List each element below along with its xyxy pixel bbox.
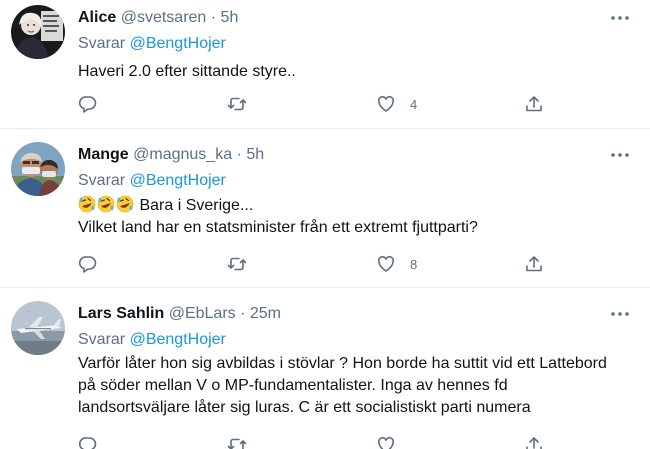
reply-button[interactable] <box>78 434 98 449</box>
rofl-emoji-icon <box>97 195 115 213</box>
rofl-emoji-icon <box>78 195 96 213</box>
tweet-mange[interactable]: Mange @magnus_ka · 5h Svarar @BengtHojer <box>0 129 650 288</box>
author-handle[interactable]: @magnus_ka <box>133 146 232 163</box>
like-icon <box>377 95 395 112</box>
separator-dot: · <box>236 146 242 163</box>
retweet-button[interactable] <box>227 434 247 449</box>
tweet-text: Bara i Sverige... Vilket land har en sta… <box>78 195 638 239</box>
rofl-emoji-icon <box>116 195 134 213</box>
tweet-actions <box>78 434 548 449</box>
replying-to: Svarar @BengtHojer <box>78 171 226 191</box>
share-button[interactable] <box>524 93 544 115</box>
reply-icon <box>78 256 97 273</box>
tweet-text-line: Varför låter hon sig avbildas i stövlar … <box>78 355 607 372</box>
retweet-icon <box>227 97 247 111</box>
author-handle[interactable]: @svetsaren <box>121 9 207 26</box>
like-count: 4 <box>410 96 418 112</box>
tweet-text-line: Vilket land har en statsminister från et… <box>78 219 478 236</box>
like-button[interactable]: 4 <box>376 93 417 115</box>
replying-prefix: Svarar <box>78 331 126 348</box>
tweet-time[interactable]: 25m <box>250 305 281 322</box>
more-icon <box>611 16 629 20</box>
avatar-lars-sahlin[interactable] <box>11 301 65 355</box>
replying-to: Svarar @BengtHojer <box>78 34 226 54</box>
tweet-header: Mange @magnus_ka · 5h <box>78 145 264 165</box>
tweet-text: Haveri 2.0 efter sittande styre.. <box>78 61 638 83</box>
tweet-time[interactable]: 5h <box>221 9 239 26</box>
author-name[interactable]: Alice <box>78 9 116 26</box>
replying-prefix: Svarar <box>78 172 126 189</box>
tweet-text-line: landsortsväljare låter sig luras. C är e… <box>78 399 531 416</box>
share-icon <box>526 437 542 449</box>
avatar-lars-sahlin-image <box>11 301 65 355</box>
reply-button[interactable] <box>78 253 98 275</box>
reply-icon <box>78 437 97 449</box>
tweet-lars-sahlin[interactable]: Lars Sahlin @EbLars · 25m Svarar @BengtH… <box>0 288 650 449</box>
share-icon <box>526 256 542 272</box>
avatar-mange-image <box>11 142 65 196</box>
tweet-text-line: Bara i Sverige... <box>139 197 254 214</box>
more-icon <box>611 312 629 316</box>
like-icon <box>377 436 395 449</box>
retweet-button[interactable] <box>227 253 247 275</box>
retweet-button[interactable] <box>227 93 247 115</box>
tweet-actions: 4 <box>78 93 548 115</box>
reply-feed: Alice @svetsaren · 5h Svarar @BengtHojer… <box>0 0 650 449</box>
like-icon <box>377 255 395 272</box>
replying-prefix: Svarar <box>78 35 126 52</box>
mention-link[interactable]: @BengtHojer <box>130 172 226 189</box>
tweet-text-emoji-line: Bara i Sverige... <box>78 195 638 217</box>
share-button[interactable] <box>524 253 544 275</box>
retweet-icon <box>227 438 247 449</box>
retweet-icon <box>227 257 247 271</box>
author-name[interactable]: Lars Sahlin <box>78 305 164 322</box>
tweet-header: Alice @svetsaren · 5h <box>78 8 238 28</box>
tweet-header: Lars Sahlin @EbLars · 25m <box>78 304 281 324</box>
tweet-text-line: Haveri 2.0 efter sittande styre.. <box>78 63 296 80</box>
avatar-mange[interactable] <box>11 142 65 196</box>
tweet-alice[interactable]: Alice @svetsaren · 5h Svarar @BengtHojer… <box>0 0 650 129</box>
separator-dot: · <box>240 305 246 322</box>
share-icon <box>526 96 542 112</box>
avatar-alice[interactable] <box>11 5 65 59</box>
like-button[interactable]: 8 <box>376 253 417 275</box>
more-button[interactable] <box>608 8 632 28</box>
like-button[interactable] <box>376 434 410 449</box>
reply-icon <box>78 96 97 113</box>
more-icon <box>611 153 629 157</box>
tweet-actions: 8 <box>78 253 548 275</box>
tweet-text-line: på söder mellan V o MP-fundamentalister.… <box>78 377 508 394</box>
author-name[interactable]: Mange <box>78 146 129 163</box>
mention-link[interactable]: @BengtHojer <box>130 331 226 348</box>
reply-button[interactable] <box>78 93 98 115</box>
like-count: 8 <box>410 256 418 272</box>
author-handle[interactable]: @EbLars <box>169 305 236 322</box>
tweet-text: Varför låter hon sig avbildas i stövlar … <box>78 353 638 419</box>
separator-dot: · <box>210 9 217 26</box>
tweet-time[interactable]: 5h <box>246 146 264 163</box>
share-button[interactable] <box>524 434 544 449</box>
avatar-alice-image <box>11 5 65 59</box>
replying-to: Svarar @BengtHojer <box>78 330 226 350</box>
mention-link[interactable]: @BengtHojer <box>130 35 226 52</box>
more-button[interactable] <box>608 145 632 165</box>
more-button[interactable] <box>608 304 632 324</box>
